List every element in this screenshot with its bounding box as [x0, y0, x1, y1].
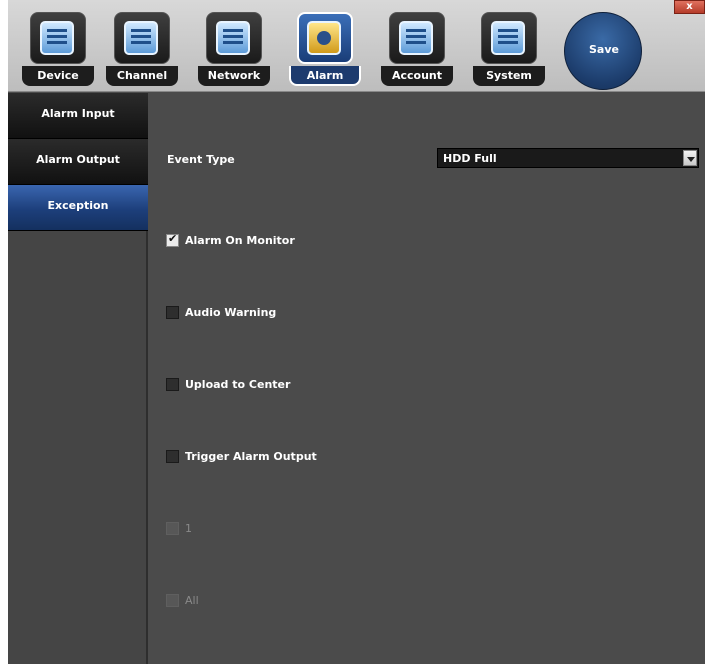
- sidebar-item-label: Exception: [47, 199, 109, 212]
- checkbox-icon: [166, 522, 179, 535]
- event-type-label: Event Type: [167, 153, 235, 166]
- event-type-value: HDD Full: [443, 152, 497, 165]
- channel-icon: [124, 21, 158, 55]
- sidebar-item-label: Alarm Input: [41, 107, 115, 120]
- device-icon: [40, 21, 74, 55]
- alarm-settings-window: Device Channel Network Alarm Account Sys…: [8, 0, 705, 664]
- sidebar: Alarm Input Alarm Output Exception: [8, 93, 148, 664]
- checkbox-label: Upload to Center: [185, 378, 291, 391]
- tab-label: Device: [22, 66, 94, 86]
- tab-channel[interactable]: Channel: [106, 12, 178, 86]
- checkbox-label: 1: [185, 522, 192, 535]
- event-type-dropdown[interactable]: HDD Full: [437, 148, 699, 168]
- tab-network[interactable]: Network: [198, 12, 270, 86]
- alarm-icon: [307, 21, 341, 55]
- checkbox-icon: [166, 594, 179, 607]
- save-button[interactable]: Save: [564, 12, 642, 90]
- chevron-down-icon: [683, 150, 697, 166]
- system-icon: [491, 21, 525, 55]
- top-toolbar: Device Channel Network Alarm Account Sys…: [8, 0, 705, 92]
- sidebar-item-label: Alarm Output: [36, 153, 120, 166]
- save-button-label: Save: [589, 43, 619, 56]
- checkbox-label: Trigger Alarm Output: [185, 450, 317, 463]
- sidebar-item-alarm-input[interactable]: Alarm Input: [8, 93, 148, 139]
- tab-alarm[interactable]: Alarm: [289, 12, 361, 86]
- sidebar-item-alarm-output[interactable]: Alarm Output: [8, 139, 148, 185]
- tab-label: Account: [381, 66, 453, 86]
- network-icon: [216, 21, 250, 55]
- exception-settings-panel: Event Type HDD Full Alarm On Monitor Aud…: [150, 93, 705, 664]
- account-icon: [399, 21, 433, 55]
- close-button[interactable]: x: [674, 0, 705, 14]
- checkbox-label: Audio Warning: [185, 306, 277, 319]
- checkbox-label: Alarm On Monitor: [185, 234, 295, 247]
- tab-account[interactable]: Account: [381, 12, 453, 86]
- tab-label: System: [473, 66, 545, 86]
- tab-label: Alarm: [289, 66, 361, 86]
- tab-device[interactable]: Device: [22, 12, 94, 86]
- tab-label: Network: [198, 66, 270, 86]
- close-icon: x: [686, 1, 693, 12]
- checkbox-icon: [166, 378, 179, 391]
- checkbox-checked-icon: [166, 232, 179, 247]
- tab-label: Channel: [106, 66, 178, 86]
- checkbox-icon: [166, 450, 179, 463]
- checkbox-label: All: [185, 594, 199, 607]
- sidebar-item-exception[interactable]: Exception: [8, 185, 148, 231]
- checkbox-icon: [166, 306, 179, 319]
- tab-system[interactable]: System: [473, 12, 545, 86]
